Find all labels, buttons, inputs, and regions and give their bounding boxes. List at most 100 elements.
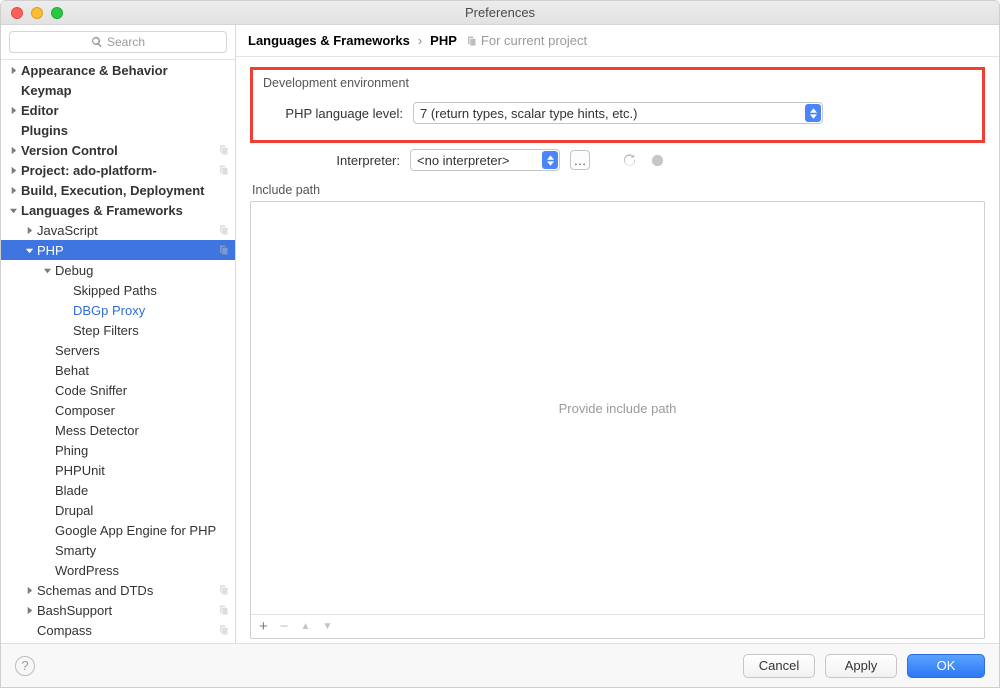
- tree-item[interactable]: Servers: [1, 340, 235, 360]
- tree-item[interactable]: Drupal: [1, 500, 235, 520]
- remove-button[interactable]: −: [280, 618, 289, 635]
- breadcrumb-root: Languages & Frameworks: [248, 33, 410, 48]
- move-up-button[interactable]: ▲: [301, 621, 311, 632]
- tree-item[interactable]: Keymap: [1, 80, 235, 100]
- tree-item-label: Google App Engine for PHP: [55, 523, 216, 538]
- highlighted-region: Development environment PHP language lev…: [250, 67, 985, 143]
- search-placeholder: Search: [107, 35, 145, 49]
- breadcrumb: Languages & Frameworks › PHP For current…: [236, 25, 999, 57]
- tree-item-label: Compass: [37, 623, 92, 638]
- tree-item[interactable]: JavaScript: [1, 220, 235, 240]
- dev-env-group-title: Development environment: [263, 74, 972, 98]
- tree-item[interactable]: PHP: [1, 240, 235, 260]
- tree-item-label: Version Control: [21, 143, 118, 158]
- tree-item[interactable]: Skipped Paths: [1, 280, 235, 300]
- info-icon[interactable]: [648, 151, 666, 169]
- tree-item[interactable]: Schemas and DTDs: [1, 580, 235, 600]
- reload-icon[interactable]: [620, 151, 638, 169]
- tree-item-label: Phing: [55, 443, 88, 458]
- stepper-icon[interactable]: [542, 151, 558, 169]
- close-icon[interactable]: [11, 7, 23, 19]
- tree-item[interactable]: Build, Execution, Deployment: [1, 180, 235, 200]
- add-button[interactable]: +: [259, 618, 268, 635]
- php-language-level-select[interactable]: [413, 102, 823, 124]
- include-path-list[interactable]: Provide include path + − ▲ ▼: [250, 201, 985, 639]
- php-language-level-value[interactable]: [413, 102, 823, 124]
- window-title: Preferences: [1, 5, 999, 20]
- tree-item[interactable]: Google App Engine for PHP: [1, 520, 235, 540]
- tree-item[interactable]: Appearance & Behavior: [1, 60, 235, 80]
- ok-button[interactable]: OK: [907, 654, 985, 678]
- copy-icon: [465, 35, 477, 47]
- tree-item-label: PHP: [37, 243, 64, 258]
- search-input[interactable]: Search: [9, 31, 227, 53]
- tree-item-label: Editor: [21, 103, 59, 118]
- tree-item-label: PHPUnit: [55, 463, 105, 478]
- preferences-window: Preferences Search Appearance & Behavior…: [0, 0, 1000, 688]
- search-icon: [91, 36, 103, 48]
- tree-item-label: Drupal: [55, 503, 93, 518]
- apply-button[interactable]: Apply: [825, 654, 897, 678]
- tree-item-label: Mess Detector: [55, 423, 139, 438]
- include-path-placeholder: Provide include path: [559, 401, 677, 416]
- breadcrumb-leaf: PHP: [430, 33, 457, 48]
- dialog-footer: ? Cancel Apply OK: [1, 643, 999, 687]
- tree-item-label: WordPress: [55, 563, 119, 578]
- move-down-button[interactable]: ▼: [322, 621, 332, 632]
- chevron-right-icon: ›: [418, 33, 422, 48]
- tree-item-label: Schemas and DTDs: [37, 583, 153, 598]
- tree-item[interactable]: Behat: [1, 360, 235, 380]
- tree-item-label: Plugins: [21, 123, 68, 138]
- php-language-level-label: PHP language level:: [263, 106, 403, 121]
- tree-item[interactable]: Smarty: [1, 540, 235, 560]
- tree-item-label: Code Sniffer: [55, 383, 127, 398]
- tree-item-label: Project: ado-platform-: [21, 163, 157, 178]
- interpreter-browse-button[interactable]: …: [570, 150, 590, 170]
- tree-item[interactable]: Code Sniffer: [1, 380, 235, 400]
- cancel-button[interactable]: Cancel: [743, 654, 815, 678]
- interpreter-value[interactable]: [410, 149, 560, 171]
- titlebar: Preferences: [1, 1, 999, 25]
- main-panel: Languages & Frameworks › PHP For current…: [236, 25, 999, 643]
- tree-item[interactable]: BashSupport: [1, 600, 235, 620]
- tree-item[interactable]: DBGp Proxy: [1, 300, 235, 320]
- tree-item[interactable]: Languages & Frameworks: [1, 200, 235, 220]
- tree-item[interactable]: Composer: [1, 400, 235, 420]
- stepper-icon[interactable]: [805, 104, 821, 122]
- tree-item[interactable]: Step Filters: [1, 320, 235, 340]
- tree-item-label: Behat: [55, 363, 89, 378]
- tree-item-label: Languages & Frameworks: [21, 203, 183, 218]
- tree-item[interactable]: WordPress: [1, 560, 235, 580]
- interpreter-label: Interpreter:: [260, 153, 400, 168]
- tree-item-label: Appearance & Behavior: [21, 63, 168, 78]
- tree-item[interactable]: Compass: [1, 620, 235, 640]
- include-path-toolbar: + − ▲ ▼: [251, 614, 984, 638]
- zoom-icon[interactable]: [51, 7, 63, 19]
- tree-item-label: DBGp Proxy: [73, 303, 145, 318]
- include-path-title: Include path: [252, 183, 985, 197]
- tree-item[interactable]: Phing: [1, 440, 235, 460]
- tree-item-label: Build, Execution, Deployment: [21, 183, 204, 198]
- tree-item-label: Keymap: [21, 83, 72, 98]
- tree-item[interactable]: Version Control: [1, 140, 235, 160]
- tree-item-label: Debug: [55, 263, 93, 278]
- tree-item[interactable]: Project: ado-platform-: [1, 160, 235, 180]
- sidebar: Search Appearance & Behavior Keymap Editor…: [1, 25, 236, 643]
- tree-item[interactable]: PHPUnit: [1, 460, 235, 480]
- help-button[interactable]: ?: [15, 656, 35, 676]
- tree-item[interactable]: Blade: [1, 480, 235, 500]
- settings-tree[interactable]: Appearance & Behavior Keymap Editor Plugins…: [1, 60, 235, 643]
- tree-item[interactable]: Mess Detector: [1, 420, 235, 440]
- tree-item[interactable]: Editor: [1, 100, 235, 120]
- tree-item[interactable]: Plugins: [1, 120, 235, 140]
- tree-item-label: Smarty: [55, 543, 96, 558]
- tree-item-label: Skipped Paths: [73, 283, 157, 298]
- interpreter-select[interactable]: [410, 149, 560, 171]
- tree-item-label: BashSupport: [37, 603, 112, 618]
- minimize-icon[interactable]: [31, 7, 43, 19]
- window-controls: [11, 7, 63, 19]
- tree-item-label: JavaScript: [37, 223, 98, 238]
- tree-item[interactable]: Debug: [1, 260, 235, 280]
- tree-item-label: Step Filters: [73, 323, 139, 338]
- tree-item-label: Servers: [55, 343, 100, 358]
